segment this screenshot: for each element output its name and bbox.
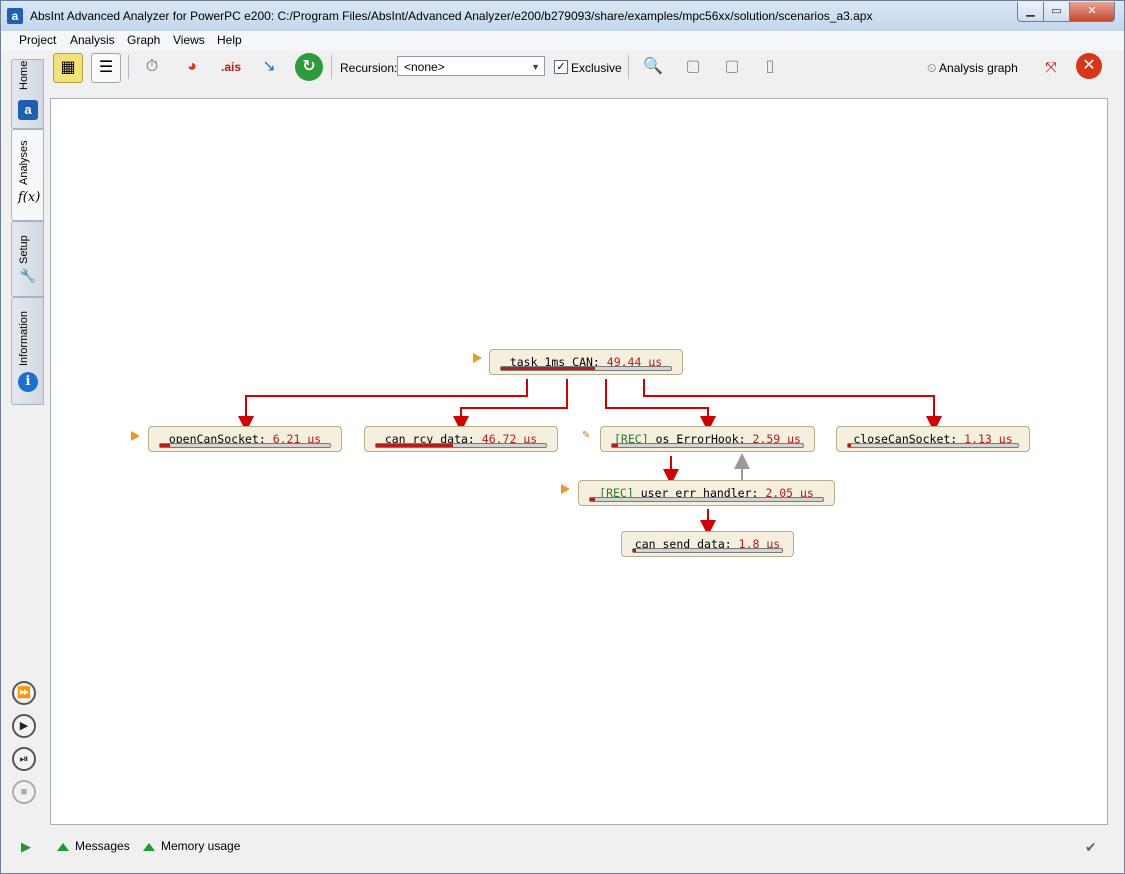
analysis-graph-label: Analysis graph — [939, 61, 1018, 75]
tab-analyses-label: Analyses — [18, 140, 30, 185]
graph-edges — [238, 379, 942, 536]
window-title: AbsInt Advanced Analyzer for PowerPC e20… — [30, 9, 873, 23]
menu-project[interactable]: Project — [19, 33, 56, 47]
toolbar-separator — [628, 55, 629, 79]
project-grid-icon[interactable]: ▦ — [53, 53, 83, 83]
play-button[interactable]: ▶ — [12, 714, 36, 738]
time-bar-fill — [590, 498, 595, 501]
time-bar-fill — [612, 444, 618, 447]
report-list-icon[interactable]: ☰ — [91, 53, 121, 83]
refresh-icon[interactable]: ↻ — [295, 53, 323, 81]
node-openCanSocket[interactable]: openCanSocket: 6.21 µs — [148, 426, 342, 452]
entry-point-icon — [473, 353, 482, 363]
exclusive-checkbox[interactable]: ✓ — [554, 60, 568, 74]
fast-forward-button[interactable]: ⏩ — [12, 681, 36, 705]
analysis-graph-canvas[interactable]: ✎ task_1ms_CAN: 49.44 µs openCanSocket: … — [50, 98, 1108, 825]
tab-setup-label: Setup — [18, 235, 30, 264]
entry-point-icon — [131, 431, 140, 441]
toolbar-separator — [128, 55, 129, 79]
tab-home[interactable]: Home a — [11, 59, 44, 129]
maximize-button[interactable]: ▭ — [1043, 2, 1070, 22]
toolbar-separator — [331, 55, 332, 79]
ais-file-icon[interactable]: .ais — [217, 53, 245, 81]
toolbar: ▦ ☰ ⏱ ◕ .ais ↘ ↻ Recursion: <none> ▼ ✓ E… — [51, 51, 1111, 86]
stopwatch-icon[interactable]: ⏱ — [138, 53, 166, 81]
fit-screen-icon[interactable]: ⤧ — [1037, 53, 1065, 81]
run-arrow-icon[interactable]: ▶ — [21, 839, 31, 855]
memory-usage-toggle[interactable]: Memory usage — [143, 839, 240, 853]
pie-chart-icon[interactable]: ◕ — [178, 53, 206, 81]
stop-button[interactable]: ■ — [12, 780, 36, 804]
memory-usage-label: Memory usage — [161, 839, 241, 853]
left-tab-bar: Home a Analyses f(x) Setup 🔧 Information… — [9, 59, 44, 409]
node-can_rcv_data[interactable]: can_rcv_data: 46.72 µs — [364, 426, 558, 452]
stop-close-icon[interactable]: ✕ — [1076, 53, 1102, 79]
tab-home-label: Home — [18, 60, 30, 90]
messages-toggle[interactable]: Messages — [57, 839, 130, 853]
time-bar — [500, 366, 672, 371]
edge-task-open — [238, 379, 528, 432]
step-play-button[interactable]: ⏯ — [12, 747, 36, 771]
triangle-up-icon — [143, 842, 155, 851]
minimize-button[interactable]: ▁ — [1017, 2, 1044, 22]
exclusive-label: Exclusive — [571, 61, 622, 75]
node-user_err_handler[interactable]: [REC] user_err_handler: 2.05 µs — [578, 480, 835, 506]
wrench-icon: 🔧 — [19, 268, 37, 283]
recursion-marker-icon: ✎ — [582, 430, 591, 441]
page-layout-1-icon[interactable]: ▢ — [679, 53, 707, 81]
recursion-value: <none> — [404, 60, 445, 74]
menu-graph[interactable]: Graph — [127, 33, 160, 47]
chevron-down-icon: ▼ — [531, 62, 540, 72]
title-bar: a AbsInt Advanced Analyzer for PowerPC e… — [1, 1, 1124, 32]
time-bar — [159, 443, 331, 448]
menu-help[interactable]: Help — [217, 33, 242, 47]
time-bar — [847, 443, 1019, 448]
analysis-graph-button[interactable]: ⏲ Analysis graph — [927, 57, 1018, 79]
time-bar-fill — [376, 444, 453, 447]
node-can_send_data[interactable]: can_send_data: 1.8 µs — [621, 531, 794, 557]
tab-information[interactable]: Information i — [11, 297, 44, 405]
time-bar — [375, 443, 547, 448]
triangle-up-icon — [57, 842, 69, 851]
entry-point-icon — [561, 484, 570, 494]
main-window: a AbsInt Advanced Analyzer for PowerPC e… — [0, 0, 1125, 874]
messages-label: Messages — [75, 839, 130, 853]
checkmark-status-icon: ✔ — [1085, 839, 1097, 855]
edge-task-rcv — [453, 379, 568, 432]
page-layout-2-icon[interactable]: ▢ — [718, 53, 746, 81]
home-a3-icon: a — [18, 100, 38, 120]
menu-analysis[interactable]: Analysis — [70, 33, 115, 47]
edge-task-close — [643, 379, 942, 432]
time-bar-fill — [160, 444, 171, 447]
node-os_ErrorHook[interactable]: [REC] os_ErrorHook: 2.59 µs — [600, 426, 815, 452]
edge-task-err — [605, 379, 716, 432]
tab-information-label: Information — [18, 310, 30, 366]
menu-bar: Project Analysis Graph Views Help — [1, 31, 1124, 51]
recursion-label: Recursion: — [340, 61, 398, 75]
time-bar-fill — [633, 549, 636, 552]
recursion-dropdown[interactable]: <none> ▼ — [397, 56, 545, 76]
function-icon: f(x) — [18, 190, 41, 205]
step-arrow-icon[interactable]: ↘ — [255, 53, 283, 81]
analysis-graph-icon: ⏲ — [927, 61, 937, 75]
close-button[interactable]: ✕ — [1069, 2, 1115, 22]
time-bar-fill — [848, 444, 852, 447]
menu-views[interactable]: Views — [173, 33, 205, 47]
node-task_1ms_CAN[interactable]: task_1ms_CAN: 49.44 µs — [489, 349, 683, 375]
time-bar-fill — [501, 367, 595, 370]
time-bar — [611, 443, 804, 448]
time-bar — [632, 548, 783, 553]
node-closeCanSocket[interactable]: closeCanSocket: 1.13 µs — [836, 426, 1030, 452]
tab-analyses[interactable]: Analyses f(x) — [11, 129, 44, 221]
info-icon: i — [18, 372, 38, 392]
status-bar: ▶ Messages Memory usage ✔ — [1, 831, 1124, 861]
app-icon: a — [7, 8, 23, 24]
page-layout-3-icon[interactable]: ▯ — [756, 53, 784, 81]
time-bar — [589, 497, 824, 502]
zoom-search-icon[interactable]: 🔍 — [639, 53, 667, 81]
tab-setup[interactable]: Setup 🔧 — [11, 221, 44, 297]
